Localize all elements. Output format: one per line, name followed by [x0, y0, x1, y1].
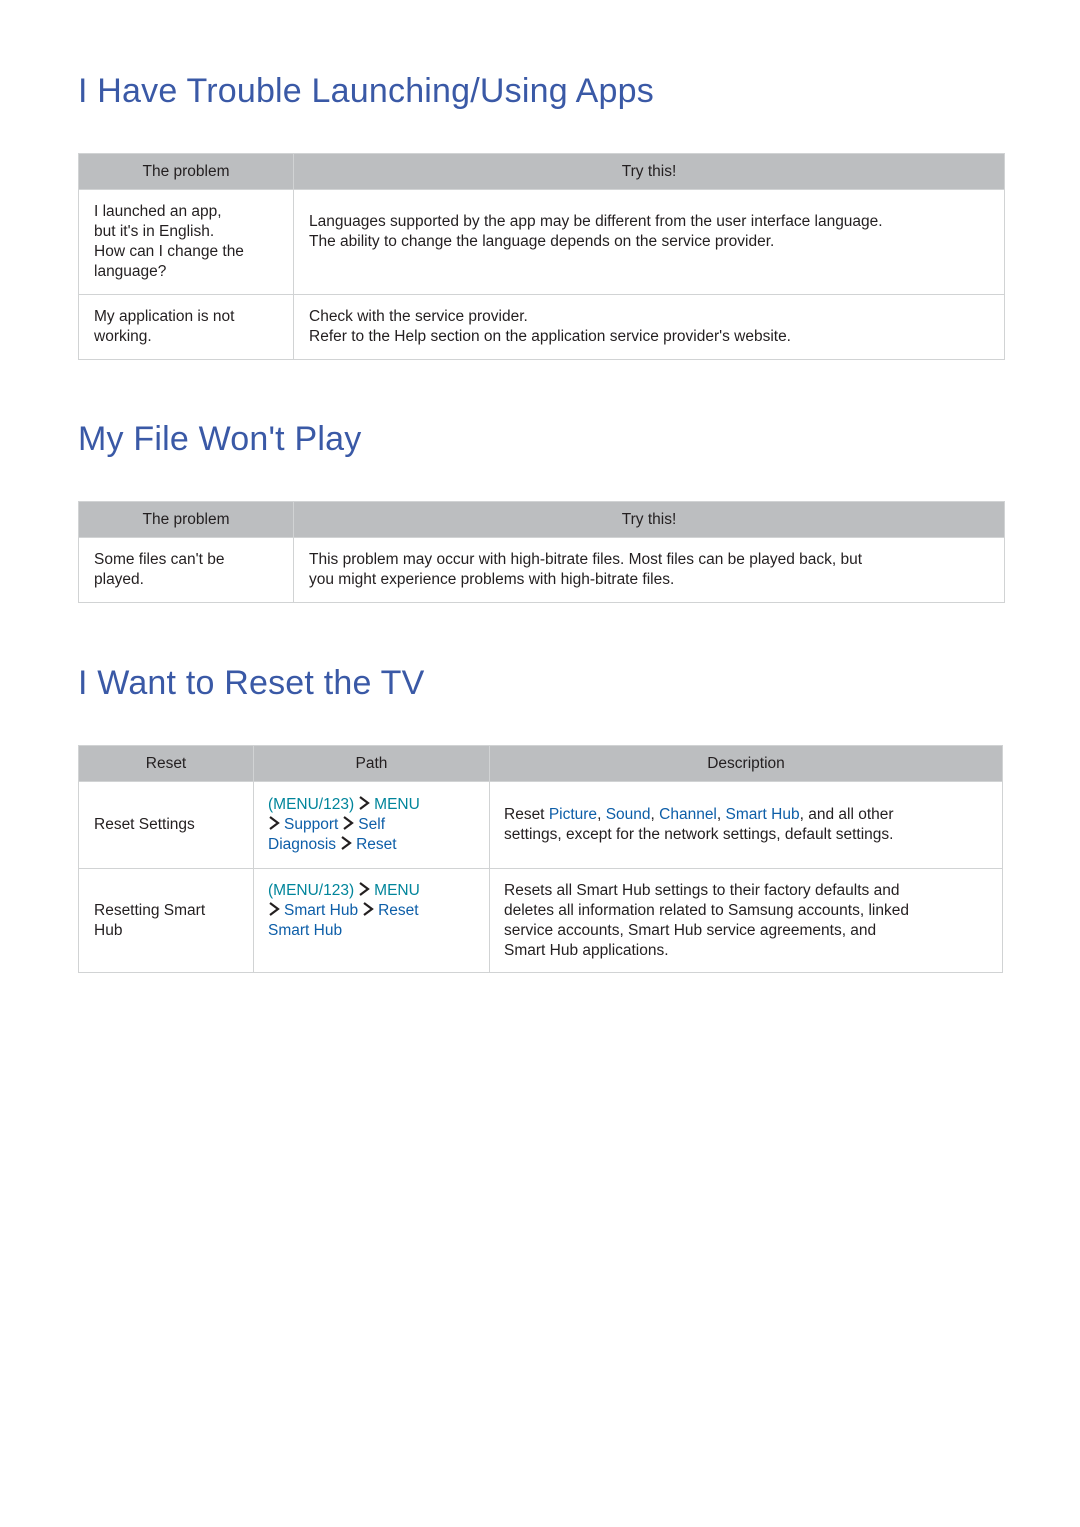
- description-link[interactable]: Channel: [659, 806, 717, 823]
- description-text: service accounts, Smart Hub service agre…: [504, 921, 877, 939]
- table-row: I launched an app, but it's in English. …: [78, 189, 1005, 295]
- description-text: Resets all Smart Hub settings to their f…: [504, 881, 900, 899]
- reset-name: Hub: [94, 921, 123, 939]
- chevron-right-icon: [268, 816, 280, 830]
- chevron-right-icon: [358, 796, 370, 810]
- header-problem: The problem: [78, 153, 294, 190]
- table-header-row: The problem Try this!: [78, 501, 1005, 538]
- table-row: Resetting Smart Hub (MENU/123) MENU Smart…: [78, 868, 1003, 973]
- file-troubleshoot-table: The problem Try this! Some files can't b…: [78, 501, 1005, 603]
- description-text: deletes all information related to Samsu…: [504, 901, 909, 919]
- description-cell: Reset Picture, Sound, Channel, Smart Hub…: [489, 781, 1003, 869]
- solution-text: The ability to change the language depen…: [309, 233, 775, 250]
- header-description: Description: [489, 745, 1003, 782]
- solution-cell: Languages supported by the app may be di…: [293, 189, 1005, 295]
- description-text: settings, except for the network setting…: [504, 826, 894, 843]
- description-link[interactable]: Picture: [549, 806, 597, 823]
- description-text: Reset: [504, 806, 549, 823]
- table-row: Reset Settings (MENU/123) MENU Support Sel…: [78, 781, 1003, 869]
- problem-text: language?: [94, 263, 167, 280]
- header-try-this: Try this!: [293, 501, 1005, 538]
- path-step[interactable]: Self: [358, 816, 385, 833]
- header-problem: The problem: [78, 501, 294, 538]
- solution-text: This problem may occur with high-bitrate…: [309, 551, 863, 568]
- chevron-right-icon: [268, 901, 280, 916]
- problem-text: Some files can't be: [94, 551, 225, 568]
- description-text: , and all other: [799, 806, 894, 823]
- problem-text: working.: [94, 328, 152, 345]
- reset-name-cell: Reset Settings: [78, 781, 254, 869]
- remote-button-label: MENU/123: [273, 881, 349, 899]
- path-step[interactable]: MENU: [374, 882, 420, 899]
- table-row: Some files can't be played. This problem…: [78, 537, 1005, 603]
- header-path: Path: [253, 745, 490, 782]
- problem-text: My application is not: [94, 308, 235, 325]
- header-reset: Reset: [78, 745, 254, 782]
- path-step[interactable]: Support: [284, 816, 338, 833]
- solution-text: Refer to the Help section on the applica…: [309, 328, 791, 345]
- description-cell: Resets all Smart Hub settings to their f…: [489, 868, 1003, 973]
- path-step[interactable]: Reset: [378, 902, 419, 919]
- table-row: My application is not working. Check wit…: [78, 294, 1005, 360]
- table-header-row: Reset Path Description: [78, 745, 1003, 782]
- reset-table: Reset Path Description Reset Settings (M…: [78, 745, 1003, 973]
- problem-text: but it's in English.: [94, 223, 215, 240]
- problem-cell: I launched an app, but it's in English. …: [78, 189, 294, 295]
- header-try-this: Try this!: [293, 153, 1005, 190]
- path-step[interactable]: Diagnosis: [268, 836, 336, 853]
- path-step[interactable]: Reset: [356, 836, 397, 853]
- remote-button-label: MENU/123: [273, 796, 349, 813]
- problem-text: played.: [94, 571, 144, 588]
- path-step[interactable]: Smart Hub: [268, 922, 342, 939]
- solution-text: Languages supported by the app may be di…: [309, 213, 883, 230]
- path-cell: (MENU/123) MENU Support Self Diagnosis Rese…: [253, 781, 490, 869]
- table-header-row: The problem Try this!: [78, 153, 1005, 190]
- problem-text: How can I change the: [94, 243, 244, 260]
- section-title-reset-tv: I Want to Reset the TV: [78, 664, 425, 702]
- chevron-right-icon: [340, 836, 352, 850]
- reset-name: Reset Settings: [94, 816, 195, 833]
- solution-cell: Check with the service provider. Refer t…: [293, 294, 1005, 360]
- problem-cell: My application is not working.: [78, 294, 294, 360]
- reset-name: Resetting Smart: [94, 901, 206, 919]
- chevron-right-icon: [358, 881, 370, 896]
- solution-cell: This problem may occur with high-bitrate…: [293, 537, 1005, 603]
- chevron-right-icon: [342, 816, 355, 830]
- reset-name-cell: Resetting Smart Hub: [78, 868, 254, 973]
- description-text: Smart Hub applications.: [504, 941, 669, 959]
- solution-text: Check with the service provider.: [309, 308, 528, 325]
- problem-text: I launched an app,: [94, 203, 222, 220]
- path-step[interactable]: Smart Hub: [284, 902, 358, 919]
- description-link[interactable]: Smart Hub: [726, 806, 800, 823]
- path-cell: (MENU/123) MENU Smart Hub Reset Smart Hub: [253, 868, 490, 973]
- section-title-file-wont-play: My File Won't Play: [78, 420, 362, 458]
- problem-cell: Some files can't be played.: [78, 537, 294, 603]
- apps-troubleshoot-table: The problem Try this! I launched an app,…: [78, 153, 1005, 360]
- chevron-right-icon: [362, 901, 374, 916]
- description-link[interactable]: Sound: [606, 806, 651, 823]
- section-title-apps: I Have Trouble Launching/Using Apps: [78, 72, 654, 110]
- solution-text: you might experience problems with high-…: [309, 571, 675, 588]
- path-step[interactable]: MENU: [374, 796, 420, 813]
